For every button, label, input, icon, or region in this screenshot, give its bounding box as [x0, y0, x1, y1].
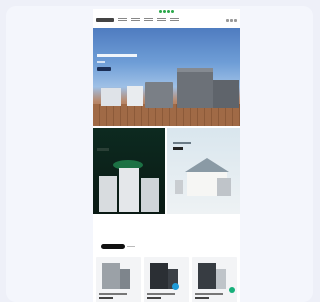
nav-menu-item[interactable]: [131, 17, 140, 23]
battery-image: [213, 80, 239, 108]
battery-image: [145, 82, 173, 108]
house-roof: [185, 158, 229, 172]
product-name[interactable]: [195, 293, 223, 295]
battery-image: [141, 178, 159, 212]
promo-right-button[interactable]: [173, 147, 183, 150]
announcement-bar: [93, 9, 240, 13]
product-image: [198, 263, 216, 289]
product-image: [150, 263, 168, 289]
product-image: [120, 269, 130, 289]
product-price: [195, 297, 209, 299]
product-image: [216, 269, 226, 289]
battery-image: [99, 176, 117, 212]
main-nav: [93, 14, 240, 26]
hero-cta-button[interactable]: [97, 67, 111, 71]
trust-icon: [171, 9, 174, 13]
nav-menu-item[interactable]: [170, 17, 179, 23]
nav-menu-item[interactable]: [118, 17, 127, 23]
trust-icon: [159, 9, 162, 13]
promo-card-left[interactable]: [93, 128, 165, 214]
hero-banner[interactable]: [93, 28, 240, 126]
battery-lid: [177, 68, 213, 72]
hero-subtitle: [97, 61, 105, 63]
logo-icon[interactable]: [96, 18, 114, 22]
product-badge: [172, 283, 179, 290]
product-grid: [93, 257, 240, 302]
promo-right-subtitle: [173, 142, 191, 144]
account-icon[interactable]: [230, 18, 233, 22]
product-card[interactable]: [192, 257, 237, 302]
nav-actions: [226, 18, 237, 22]
appliance-image: [127, 86, 143, 106]
battery-image: [175, 180, 183, 194]
chat-icon[interactable]: [229, 287, 235, 293]
nav-menu-item[interactable]: [144, 17, 153, 23]
product-card[interactable]: [96, 257, 141, 302]
product-price: [147, 297, 161, 299]
trust-icon: [163, 9, 166, 13]
trust-icon: [167, 9, 170, 13]
product-name[interactable]: [147, 293, 175, 295]
nav-menu-item[interactable]: [157, 17, 166, 23]
product-name[interactable]: [99, 293, 127, 295]
promo-card-right[interactable]: [167, 128, 240, 214]
promo-left-button[interactable]: [97, 148, 109, 151]
battery-image: [177, 68, 213, 108]
product-image: [102, 263, 120, 289]
cart-icon[interactable]: [234, 18, 237, 22]
search-icon[interactable]: [226, 18, 229, 22]
product-card[interactable]: [144, 257, 189, 302]
category-tab-active[interactable]: [101, 244, 125, 249]
appliance-image: [101, 88, 121, 106]
category-tab[interactable]: [127, 246, 135, 247]
battery-image: [217, 178, 231, 196]
battery-image: [119, 168, 139, 212]
store-page: [93, 9, 240, 302]
product-price: [99, 297, 113, 299]
hero-title: [97, 54, 137, 57]
